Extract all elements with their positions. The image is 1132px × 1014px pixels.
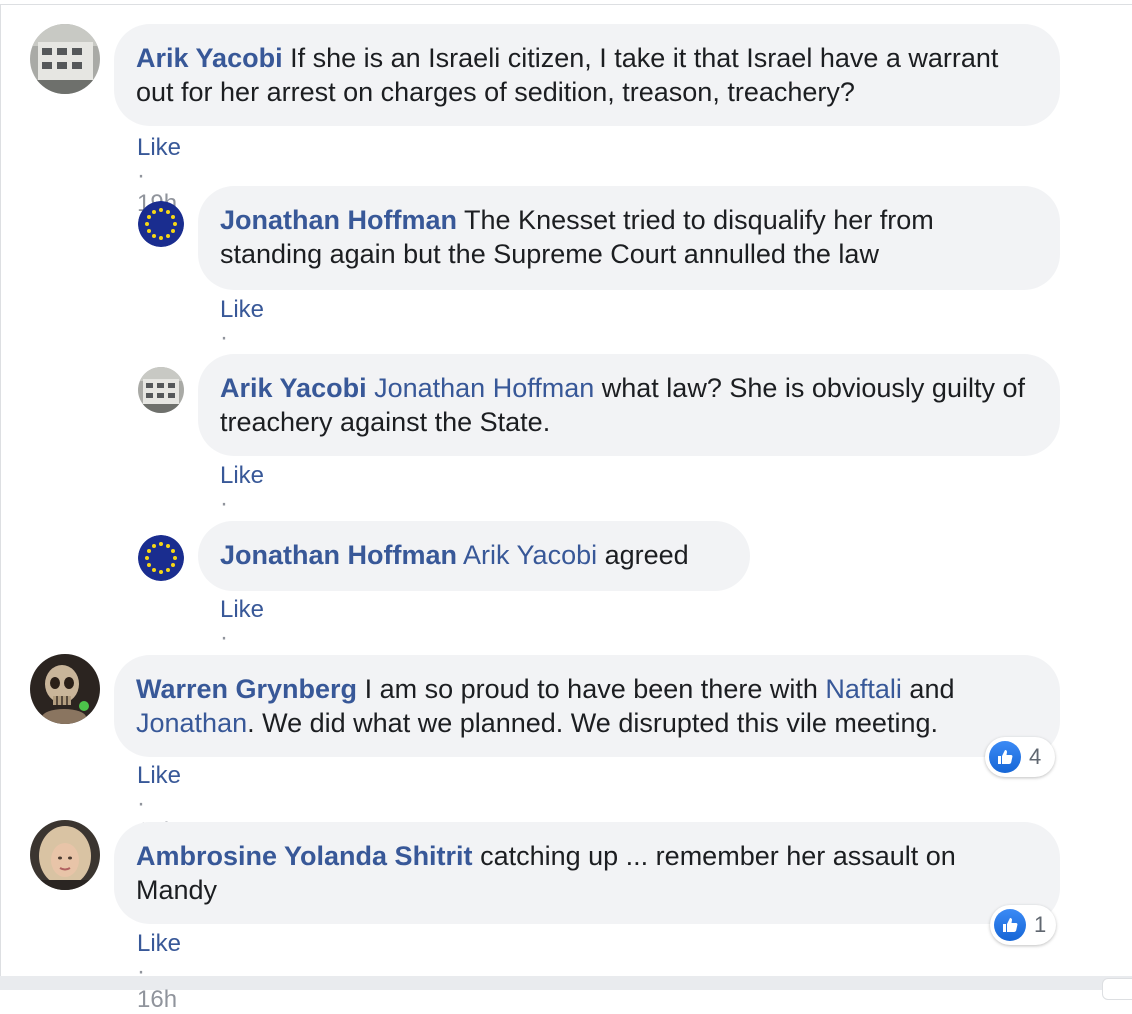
like-button[interactable]: Like [220, 296, 264, 323]
mention-link[interactable]: Arik Yacobi [463, 540, 597, 570]
author-name[interactable]: Arik Yacobi [220, 373, 367, 403]
like-button[interactable]: Like [137, 762, 181, 789]
eu-flag-icon [138, 201, 184, 247]
mention-link[interactable]: Jonathan [136, 708, 247, 738]
comment-bubble: Arik Yacobi If she is an Israeli citizen… [114, 24, 1060, 126]
author-name[interactable]: Jonathan Hoffman [220, 540, 457, 570]
avatar[interactable] [138, 201, 184, 247]
separator: · [137, 958, 145, 985]
like-button[interactable]: Like [137, 930, 181, 957]
thumbs-up-icon [989, 741, 1021, 773]
avatar[interactable] [138, 535, 184, 581]
reaction-count: 4 [1029, 744, 1042, 769]
avatar[interactable] [30, 24, 100, 94]
comment-bubble: Jonathan Hoffman The Knesset tried to di… [198, 186, 1060, 290]
avatar[interactable] [30, 654, 100, 724]
skull-photo-icon [30, 654, 100, 724]
comment-bubble: Jonathan Hoffman Arik Yacobi agreed [198, 521, 750, 591]
separator: · [220, 624, 228, 651]
building-photo-icon [138, 367, 184, 413]
author-name[interactable]: Ambrosine Yolanda Shitrit [136, 841, 473, 871]
reaction-summary[interactable]: 4 [985, 737, 1055, 777]
separator: · [220, 324, 228, 351]
comment-text: agreed [604, 540, 689, 570]
separator: · [137, 790, 145, 817]
like-button[interactable]: Like [220, 596, 264, 623]
comment-actions: Like · 16h [137, 930, 181, 1014]
comment-bubble: Ambrosine Yolanda Shitrit catching up ..… [114, 822, 1060, 924]
author-name[interactable]: Arik Yacobi [136, 43, 283, 73]
avatar[interactable] [138, 367, 184, 413]
corner-fragment [1102, 978, 1132, 1000]
comment-bubble: Arik Yacobi Jonathan Hoffman what law? S… [198, 354, 1060, 456]
building-photo-icon [30, 24, 100, 94]
thumbs-up-icon [994, 909, 1026, 941]
like-button[interactable]: Like [220, 462, 264, 489]
eu-flag-icon [138, 535, 184, 581]
mention-link[interactable]: Jonathan Hoffman [374, 373, 594, 403]
reaction-summary[interactable]: 1 [990, 905, 1056, 945]
woman-photo-icon [30, 820, 100, 890]
reaction-count: 1 [1034, 912, 1047, 937]
avatar[interactable] [30, 820, 100, 890]
like-button[interactable]: Like [137, 134, 181, 161]
timestamp[interactable]: 16h [137, 986, 177, 1013]
comment-text-part: I am so proud to have been there with [364, 674, 818, 704]
comment-text-part: and [909, 674, 955, 704]
separator: · [220, 490, 228, 517]
separator: · [137, 162, 145, 189]
mention-link[interactable]: Naftali [825, 674, 902, 704]
comment-text-part: . We did what we planned. We disrupted t… [247, 708, 938, 738]
author-name[interactable]: Jonathan Hoffman [220, 205, 457, 235]
comment-bubble: Warren Grynberg I am so proud to have be… [114, 655, 1060, 757]
author-name[interactable]: Warren Grynberg [136, 674, 357, 704]
